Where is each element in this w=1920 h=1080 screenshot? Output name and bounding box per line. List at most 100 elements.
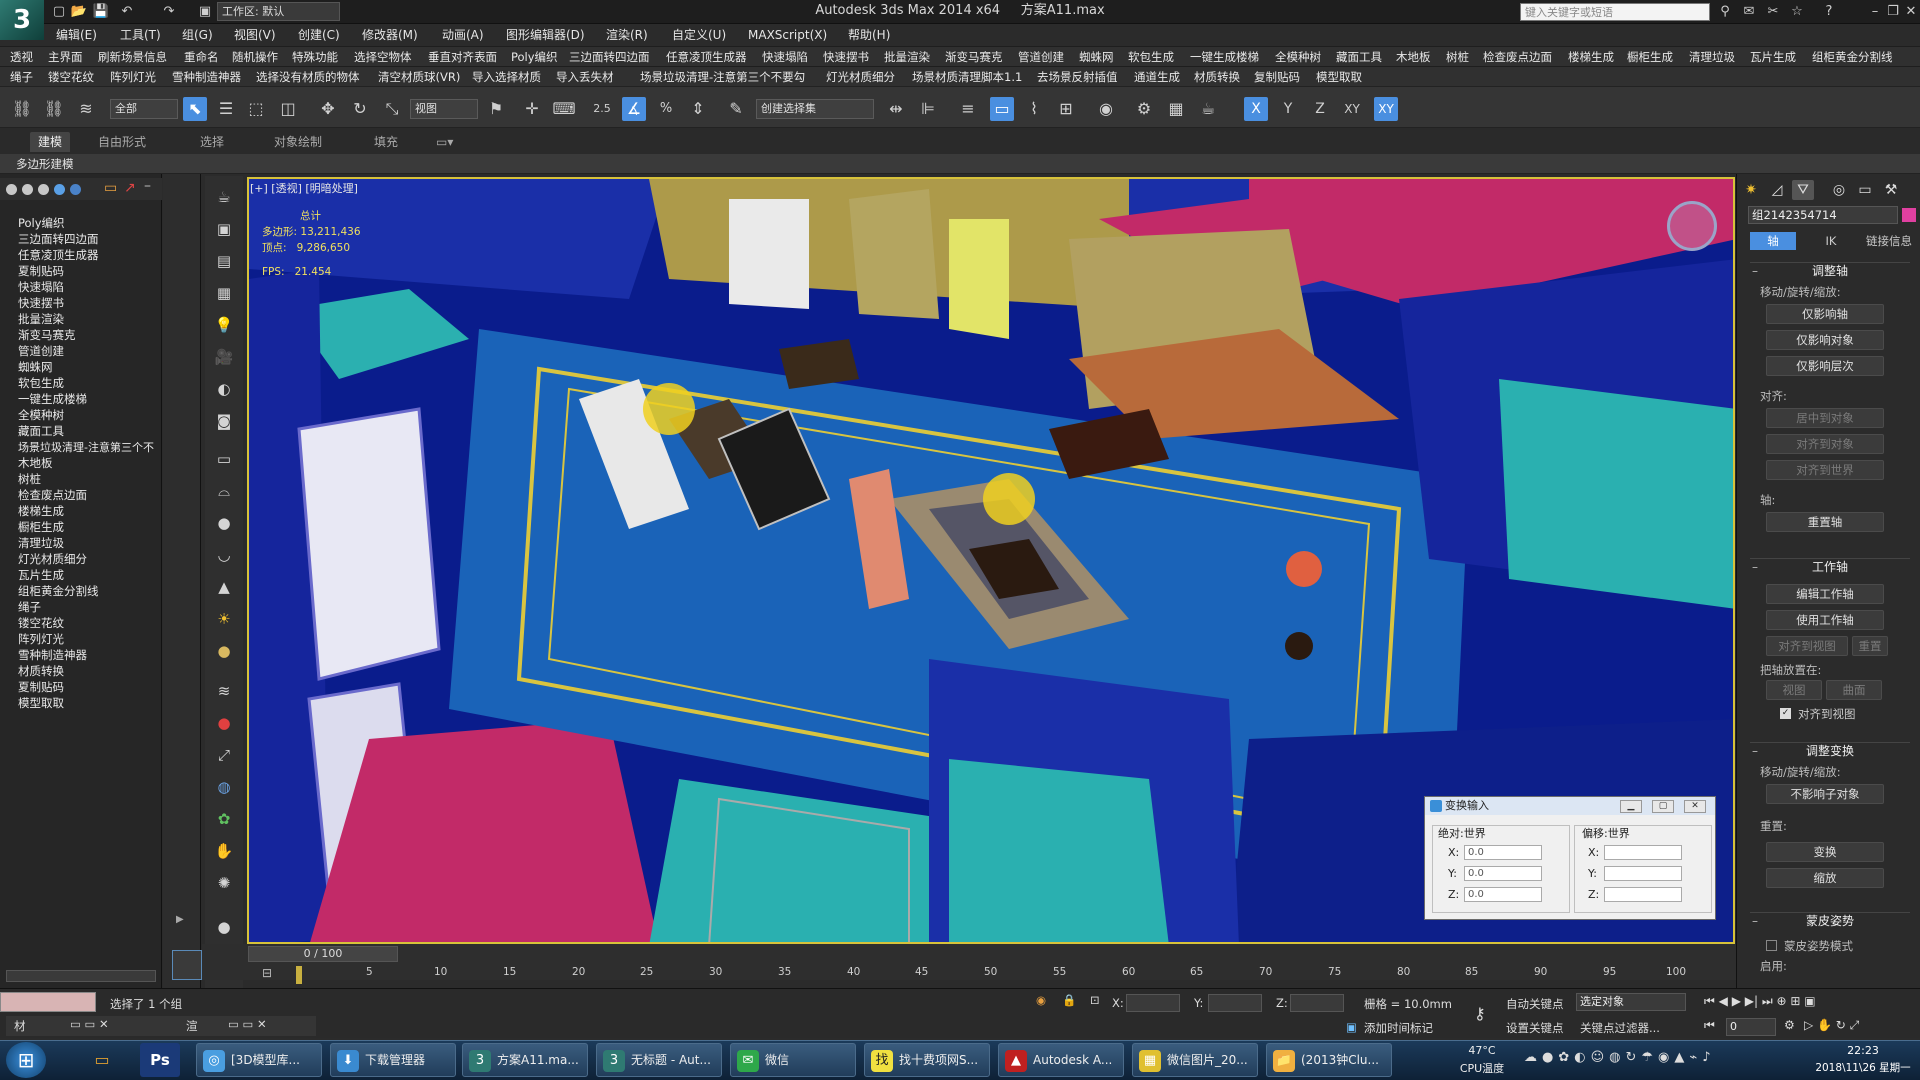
dont-affect-children-button[interactable]: 不影响子对象: [1766, 784, 1884, 804]
object-name-field[interactable]: 组2142354714: [1748, 206, 1898, 224]
percent-snap-icon[interactable]: %: [654, 97, 678, 121]
plugin-button[interactable]: 渐变马赛克: [945, 49, 1003, 65]
list-item[interactable]: 全模种树: [18, 408, 64, 423]
add-time-tag-button[interactable]: 添加时间标记: [1364, 1020, 1433, 1036]
surface-button[interactable]: 曲面: [1826, 680, 1882, 700]
start-button[interactable]: ⊞: [6, 1042, 46, 1078]
communication-icon[interactable]: ✉: [1740, 3, 1758, 21]
expand-arrow-icon[interactable]: ▶: [176, 914, 188, 928]
rollout-adjust-transform[interactable]: – 调整变换: [1750, 742, 1910, 759]
menu-edit[interactable]: 编辑(E): [54, 24, 99, 46]
menu-tools[interactable]: 工具(T): [118, 24, 163, 46]
plugin-button[interactable]: 去场景反射插值: [1037, 69, 1118, 85]
plugin-button[interactable]: 组柜黄金分割线: [1812, 49, 1893, 65]
abs-x-field[interactable]: 0.0: [1464, 845, 1542, 860]
mirror-icon[interactable]: ⇹: [884, 97, 908, 121]
list-item[interactable]: 夏制贴码: [18, 264, 64, 279]
new-file-icon[interactable]: ▢: [50, 3, 68, 21]
menu-modifiers[interactable]: 修改器(M): [360, 24, 420, 46]
window-crossing-icon[interactable]: ◫: [276, 97, 300, 121]
sphere-material-icon[interactable]: ●: [213, 712, 235, 734]
plugin-button[interactable]: 模型取取: [1316, 69, 1362, 85]
isolate-selection-icon[interactable]: ◉: [1036, 993, 1046, 1007]
viewcube-icon[interactable]: [1667, 201, 1717, 251]
rollout-skin-pose[interactable]: – 蒙皮姿势: [1750, 912, 1910, 929]
mini-tab-button-icon[interactable]: ▭ ▭ ✕: [70, 1017, 109, 1031]
ribbon-options-icon[interactable]: ▭▾: [428, 132, 461, 152]
y-coord-field[interactable]: [1208, 994, 1262, 1012]
rollout-adjust-pivot[interactable]: – 调整轴: [1750, 262, 1910, 279]
plugin-button[interactable]: 灯光材质细分: [826, 69, 895, 85]
mini-listener-icon[interactable]: [172, 950, 202, 980]
current-frame-field[interactable]: 0: [1726, 1018, 1776, 1036]
align-icon[interactable]: ⊫: [916, 97, 940, 121]
bowl-icon[interactable]: ◡: [213, 544, 235, 566]
snaps-toggle-icon[interactable]: 2.5: [590, 97, 614, 121]
plugin-button[interactable]: 选择没有材质的物体: [256, 69, 360, 85]
plugin-button[interactable]: 镂空花纹: [48, 69, 94, 85]
mini-tab-button-icon[interactable]: ▭ ▭ ✕: [228, 1017, 267, 1031]
viewport-label[interactable]: [+] [透视] [明暗处理]: [250, 180, 358, 196]
motion-tab-icon[interactable]: ◎: [1828, 180, 1850, 200]
spinner-snap-icon[interactable]: ⇕: [686, 97, 710, 121]
track-bar[interactable]: 5 10 15 20 25 30 35 40 45 50 55 60 65 70…: [300, 966, 1690, 980]
plugin-button[interactable]: 木地板: [1396, 49, 1431, 65]
zoom-all-icon[interactable]: ⊞: [1790, 994, 1800, 1008]
schematic-view-icon[interactable]: ⊞: [1054, 97, 1078, 121]
scale-button[interactable]: 缩放: [1766, 868, 1884, 888]
plugin-button[interactable]: 快速摆书: [823, 49, 869, 65]
time-config-icon[interactable]: ⚙: [1784, 1018, 1795, 1032]
box-icon[interactable]: ▣: [213, 218, 235, 240]
ribbon-sub-label[interactable]: 多边形建模: [16, 156, 74, 172]
unlink-icon[interactable]: ⛓: [42, 97, 66, 121]
grid-icon[interactable]: ▦: [213, 282, 235, 304]
help-icon[interactable]: ?: [1820, 3, 1838, 21]
list-item[interactable]: Poly编织: [18, 216, 65, 231]
reference-coordinate-dropdown[interactable]: 视图: [410, 99, 478, 119]
axis-x-button[interactable]: X: [1244, 97, 1268, 121]
menu-customize[interactable]: 自定义(U): [670, 24, 728, 46]
plant-icon[interactable]: ✿: [213, 808, 235, 830]
list-item[interactable]: 清理垃圾: [18, 536, 64, 551]
list-item[interactable]: 快速塌陷: [18, 280, 64, 295]
time-tag-icon[interactable]: ▣: [1346, 1020, 1357, 1034]
ribbon-toggle-icon[interactable]: ▭: [990, 97, 1014, 121]
plugin-button[interactable]: 楼梯生成: [1568, 49, 1614, 65]
plugin-button[interactable]: 三边面转四边面: [569, 49, 650, 65]
plugin-button[interactable]: 主界面: [48, 49, 83, 65]
plugin-button[interactable]: 快速塌陷: [762, 49, 808, 65]
tray-icons[interactable]: ☁●✿◐☺◍↻☂◉▲⌁♪: [1524, 1050, 1716, 1065]
hold-icon[interactable]: ▣: [196, 3, 214, 21]
axis-xy-plane-button[interactable]: XY: [1374, 97, 1398, 121]
clock-time[interactable]: 22:23: [1808, 1044, 1918, 1057]
axis-xy-button[interactable]: XY: [1340, 97, 1364, 121]
list-item[interactable]: 三边面转四边面: [18, 232, 99, 247]
left-panel-scrollbar[interactable]: [6, 970, 156, 982]
offset-z-field[interactable]: [1604, 887, 1682, 902]
hierarchy-tab-icon[interactable]: ⛛: [1792, 180, 1814, 200]
list-item[interactable]: 树桩: [18, 472, 41, 487]
edit-working-pivot-button[interactable]: 编辑工作轴: [1766, 584, 1884, 604]
rope-icon[interactable]: ✺: [213, 872, 235, 894]
tab-freeform[interactable]: 自由形式: [90, 132, 154, 152]
menu-graph-editors[interactable]: 图形编辑器(D): [504, 24, 587, 46]
align-to-view-checkbox[interactable]: ✓: [1780, 708, 1791, 719]
taskbar-item[interactable]: ▲ Autodesk A...: [998, 1043, 1124, 1077]
list-item[interactable]: 材质转换: [18, 664, 64, 679]
search-input[interactable]: 键入关键字或短语: [1520, 3, 1710, 21]
axis-y-button[interactable]: Y: [1276, 97, 1300, 121]
x-coord-field[interactable]: [1126, 994, 1180, 1012]
sphere-half-icon[interactable]: ◐: [213, 378, 235, 400]
plane-icon[interactable]: ▤: [213, 250, 235, 272]
plugin-button[interactable]: 雪种制造神器: [172, 69, 241, 85]
disc-icon[interactable]: ●: [213, 640, 235, 662]
offset-y-field[interactable]: [1604, 866, 1682, 881]
list-item[interactable]: 组柜黄金分割线: [18, 584, 99, 599]
list-item[interactable]: 任意凌顶生成器: [18, 248, 99, 263]
plugin-button[interactable]: 特殊功能: [292, 49, 338, 65]
abs-y-field[interactable]: 0.0: [1464, 866, 1542, 881]
list-item[interactable]: 夏制贴码: [18, 680, 64, 695]
tab-modeling[interactable]: 建模: [30, 132, 71, 152]
list-item[interactable]: 灯光材质细分: [18, 552, 87, 567]
render-icon[interactable]: ◙: [213, 410, 235, 432]
